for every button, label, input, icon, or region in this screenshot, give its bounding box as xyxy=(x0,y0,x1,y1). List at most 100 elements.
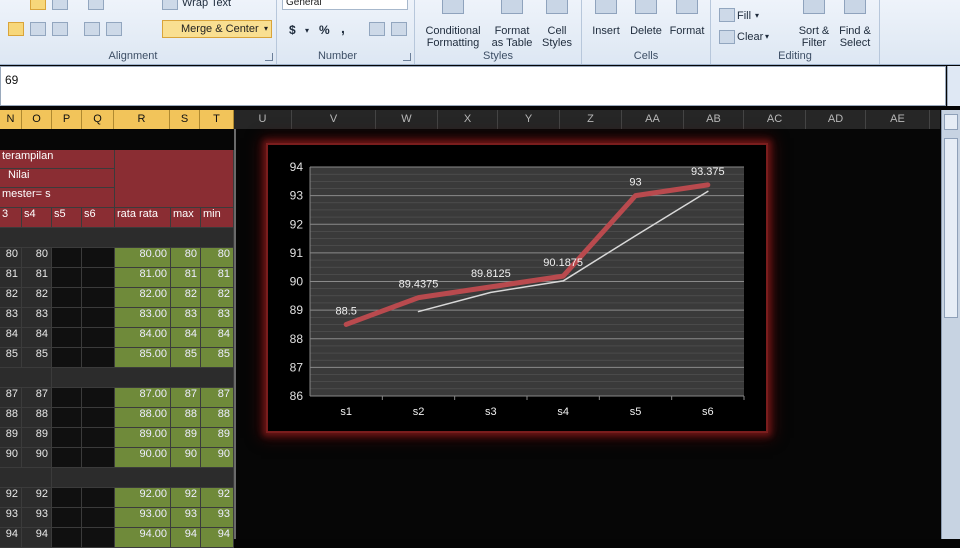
decrease-decimal-icon[interactable] xyxy=(391,22,407,36)
table-cell[interactable]: 83 xyxy=(22,308,52,328)
conditional-formatting-button[interactable]: Conditional Formatting xyxy=(421,0,485,49)
table-cell[interactable] xyxy=(82,328,115,348)
wrap-text-button[interactable]: Wrap Text xyxy=(182,0,231,9)
column-header-aa[interactable]: AA xyxy=(622,110,684,129)
table-cell[interactable]: 80.00 xyxy=(115,248,171,268)
column-header-u[interactable]: U xyxy=(234,110,292,129)
header-merged-right[interactable] xyxy=(115,150,234,208)
formula-bar-value[interactable]: 69 xyxy=(5,73,18,87)
spacer-cell[interactable] xyxy=(52,368,234,388)
format-as-table-button[interactable]: Format as Table xyxy=(487,0,537,49)
table-cell[interactable]: 93 xyxy=(22,508,52,528)
column-header-r[interactable]: R xyxy=(114,110,170,129)
align-center-icon[interactable] xyxy=(30,22,46,36)
table-cell[interactable]: 92 xyxy=(0,488,22,508)
delete-button[interactable]: Delete xyxy=(628,0,664,37)
subheader-cell[interactable]: max xyxy=(171,208,201,228)
subheader-cell[interactable]: 3 xyxy=(0,208,22,228)
column-header-ae[interactable]: AE xyxy=(866,110,930,129)
table-cell[interactable]: 89 xyxy=(0,428,22,448)
column-header-t[interactable]: T xyxy=(200,110,234,129)
table-cell[interactable]: 90 xyxy=(0,448,22,468)
table-cell[interactable] xyxy=(82,288,115,308)
clear-button[interactable]: Clear xyxy=(737,31,763,43)
table-cell[interactable]: 93 xyxy=(0,508,22,528)
formula-bar[interactable]: 69 xyxy=(0,66,946,106)
orientation-icon[interactable] xyxy=(88,0,104,10)
table-cell[interactable] xyxy=(52,528,82,548)
table-cell[interactable]: 85 xyxy=(201,348,234,368)
column-header-s[interactable]: S xyxy=(170,110,200,129)
table-cell[interactable]: 94.00 xyxy=(115,528,171,548)
column-header-w[interactable]: W xyxy=(376,110,438,129)
table-cell[interactable]: 82.00 xyxy=(115,288,171,308)
table-cell[interactable]: 89.00 xyxy=(115,428,171,448)
table-cell[interactable]: 92 xyxy=(171,488,201,508)
table-cell[interactable] xyxy=(82,428,115,448)
table-cell[interactable] xyxy=(82,488,115,508)
table-cell[interactable] xyxy=(52,348,82,368)
table-cell[interactable] xyxy=(82,408,115,428)
number-format-select[interactable]: General xyxy=(282,0,408,10)
table-cell[interactable]: 83.00 xyxy=(115,308,171,328)
table-cell[interactable]: 92.00 xyxy=(115,488,171,508)
table-cell[interactable] xyxy=(82,528,115,548)
table-cell[interactable]: 92 xyxy=(22,488,52,508)
table-cell[interactable]: 88 xyxy=(201,408,234,428)
table-cell[interactable]: 88.00 xyxy=(115,408,171,428)
clear-icon[interactable] xyxy=(719,30,735,44)
scroll-up-icon[interactable] xyxy=(944,114,958,130)
sort-filter-button[interactable]: Sort & Filter xyxy=(795,0,833,49)
scroll-thumb[interactable] xyxy=(944,138,958,318)
table-cell[interactable]: 87 xyxy=(0,388,22,408)
fill-button[interactable]: Fill xyxy=(737,10,751,22)
header-keterampilan[interactable]: terampilan xyxy=(0,150,115,169)
table-cell[interactable]: 89 xyxy=(201,428,234,448)
table-cell[interactable] xyxy=(52,428,82,448)
cell-styles-button[interactable]: Cell Styles xyxy=(539,0,575,49)
align-top-icon[interactable] xyxy=(30,0,46,10)
align-right-icon[interactable] xyxy=(52,22,68,36)
find-select-button[interactable]: Find & Select xyxy=(835,0,875,49)
table-cell[interactable]: 93 xyxy=(171,508,201,528)
column-header-ac[interactable]: AC xyxy=(744,110,806,129)
table-cell[interactable] xyxy=(52,408,82,428)
table-cell[interactable] xyxy=(52,508,82,528)
table-cell[interactable]: 82 xyxy=(0,288,22,308)
table-cell[interactable]: 93.00 xyxy=(115,508,171,528)
table-cell[interactable]: 83 xyxy=(171,308,201,328)
chevron-down-icon[interactable]: ▾ xyxy=(755,10,759,22)
table-cell[interactable]: 80 xyxy=(201,248,234,268)
align-left-icon[interactable] xyxy=(8,22,24,36)
table-cell[interactable]: 93 xyxy=(201,508,234,528)
table-cell[interactable]: 90 xyxy=(171,448,201,468)
column-header-q[interactable]: Q xyxy=(82,110,114,129)
spacer-cell[interactable] xyxy=(52,468,234,488)
table-cell[interactable]: 84 xyxy=(22,328,52,348)
table-cell[interactable] xyxy=(82,268,115,288)
table-cell[interactable]: 83 xyxy=(201,308,234,328)
table-cell[interactable]: 87 xyxy=(201,388,234,408)
table-cell[interactable]: 94 xyxy=(0,528,22,548)
table-cell[interactable] xyxy=(52,448,82,468)
spacer-cell[interactable] xyxy=(0,468,52,488)
table-cell[interactable] xyxy=(52,488,82,508)
align-middle-icon[interactable] xyxy=(52,0,68,10)
table-cell[interactable]: 89 xyxy=(22,428,52,448)
table-cell[interactable]: 94 xyxy=(171,528,201,548)
format-button[interactable]: Format xyxy=(668,0,706,37)
table-cell[interactable]: 94 xyxy=(22,528,52,548)
table-cell[interactable] xyxy=(82,308,115,328)
table-cell[interactable]: 80 xyxy=(22,248,52,268)
table-cell[interactable]: 81 xyxy=(201,268,234,288)
table-cell[interactable]: 94 xyxy=(201,528,234,548)
wrap-text-icon[interactable] xyxy=(162,0,178,10)
table-cell[interactable]: 84 xyxy=(201,328,234,348)
table-cell[interactable]: 83 xyxy=(0,308,22,328)
chevron-down-icon[interactable]: ▾ xyxy=(765,31,769,43)
table-cell[interactable]: 85.00 xyxy=(115,348,171,368)
percent-button[interactable]: % xyxy=(319,24,330,36)
chevron-down-icon[interactable]: ▾ xyxy=(264,21,268,37)
table-cell[interactable]: 81 xyxy=(171,268,201,288)
table-cell[interactable]: 84 xyxy=(171,328,201,348)
